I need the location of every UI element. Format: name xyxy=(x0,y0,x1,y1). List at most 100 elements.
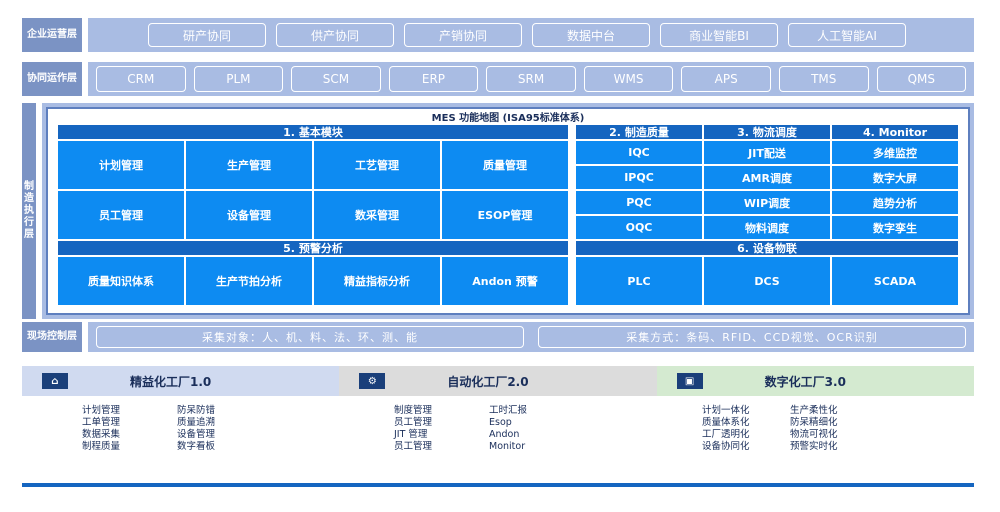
basic-modules: 计划管理 生产管理 工艺管理 质量管理 员工管理 设备管理 数采管理 ESOP管… xyxy=(58,141,568,239)
collect-methods: 采集方式：条码、RFID、CCD视觉、OCR识别 xyxy=(538,326,966,348)
mes-lower-area: 质量知识体系 生产节拍分析 精益指标分析 Andon 预警 PLC DCS SC… xyxy=(58,257,958,305)
screen-icon: ▣ xyxy=(676,373,703,389)
quality-cell: IPQC xyxy=(576,166,702,189)
collab-layer-body: CRM PLM SCM ERP SRM WMS APS TMS QMS xyxy=(88,62,974,96)
quality-cell: PQC xyxy=(576,191,702,214)
collab-layer-label: 协同运作层 xyxy=(22,62,82,96)
enterprise-layer-label: 企业运营层 xyxy=(22,18,82,52)
feature-item: 防呆精细化 xyxy=(790,417,838,428)
monitor-cell: 多维监控 xyxy=(832,141,958,164)
field-layer: 现场控制层 采集对象：人、机、料、法、环、测、能 采集方式：条码、RFID、CC… xyxy=(22,322,974,352)
iot-cell: PLC xyxy=(576,257,702,305)
logistics-cell: WIP调度 xyxy=(704,191,830,214)
feature-item: 数字看板 xyxy=(177,441,216,452)
feature-item: 制程质量 xyxy=(82,441,121,452)
feature-item: 数据采集 xyxy=(82,429,121,440)
feature-item: 设备协同化 xyxy=(702,441,750,452)
collect-objects: 采集对象：人、机、料、法、环、测、能 xyxy=(96,326,524,348)
feature-item: 物流可视化 xyxy=(790,429,838,440)
factory-stage-title: 数字化工厂3.0 xyxy=(764,374,846,389)
manufacturing-layer-body: MES 功能地图 (ISA95标准体系) 1. 基本模块 2. 制造质量 3. … xyxy=(42,103,974,319)
manufacturing-layer: 制造执行层 MES 功能地图 (ISA95标准体系) 1. 基本模块 2. 制造… xyxy=(22,103,974,319)
mes-grid: 1. 基本模块 2. 制造质量 3. 物流调度 4. Monitor xyxy=(58,125,958,139)
alert-cell: Andon 预警 xyxy=(442,257,568,305)
enterprise-layer: 企业运营层 研产协同 供产协同 产销协同 数据中台 商业智能BI 人工智能AI xyxy=(22,18,974,52)
feature-item: 质量追溯 xyxy=(177,417,216,428)
feature-list: 计划管理 工单管理 数据采集 制程质量 xyxy=(82,405,120,453)
feature-item: 工厂透明化 xyxy=(702,429,750,440)
robot-icon: ⚙ xyxy=(359,373,386,389)
logistics-cell: JIT配送 xyxy=(704,141,830,164)
alert-cell: 精益指标分析 xyxy=(314,257,440,305)
feature-item: 员工管理 xyxy=(394,417,433,428)
mes-map: MES 功能地图 (ISA95标准体系) 1. 基本模块 2. 制造质量 3. … xyxy=(46,107,970,315)
basic-module-cell: 计划管理 xyxy=(58,141,184,189)
enterprise-item: 商业智能BI xyxy=(660,23,778,47)
manufacturing-layer-label: 制造执行层 xyxy=(22,103,36,319)
quality-cell: OQC xyxy=(576,216,702,239)
monitor-cell: 数字孪生 xyxy=(832,216,958,239)
collab-item: ERP xyxy=(388,66,479,92)
feature-list: 计划一体化 质量体系化 工厂透明化 设备协同化 xyxy=(702,405,750,453)
collab-item: PLM xyxy=(193,66,284,92)
enterprise-layer-body: 研产协同 供产协同 产销协同 数据中台 商业智能BI 人工智能AI xyxy=(88,18,974,52)
feature-item: 计划一体化 xyxy=(702,405,750,416)
collab-item: TMS xyxy=(778,66,869,92)
logistics-cell: AMR调度 xyxy=(704,166,830,189)
collab-item: WMS xyxy=(583,66,674,92)
feature-item: 制度管理 xyxy=(394,405,433,416)
iot-cell: DCS xyxy=(704,257,830,305)
quality-cell: IQC xyxy=(576,141,702,164)
feature-item: 质量体系化 xyxy=(702,417,750,428)
section-logistics-header: 3. 物流调度 xyxy=(704,125,830,139)
alert-cell: 生产节拍分析 xyxy=(186,257,312,305)
feature-item: Andon xyxy=(489,429,520,440)
feature-item: Esop xyxy=(489,417,512,428)
factory-stage-1: ⌂ 精益化工厂1.0 xyxy=(22,366,340,396)
monitor-cell: 趋势分析 xyxy=(832,191,958,214)
collab-layer: 协同运作层 CRM PLM SCM ERP SRM WMS APS TMS QM… xyxy=(22,62,974,96)
feature-item: 员工管理 xyxy=(394,441,433,452)
feature-list: 工时汇报 Esop Andon Monitor xyxy=(489,405,527,453)
enterprise-item: 研产协同 xyxy=(148,23,266,47)
section-alert-header: 5. 预警分析 xyxy=(58,241,568,255)
mes-upper-area: 计划管理 生产管理 工艺管理 质量管理 员工管理 设备管理 数采管理 ESOP管… xyxy=(58,141,958,239)
feature-lists: 计划管理 工单管理 数据采集 制程质量 防呆防错 质量追溯 设备管理 数字看板 … xyxy=(22,405,974,465)
mes-lower-headers: 5. 预警分析 6. 设备物联 xyxy=(58,241,958,255)
basic-module-cell: 员工管理 xyxy=(58,191,184,239)
feature-item: JIT 管理 xyxy=(394,429,428,440)
collab-item: QMS xyxy=(876,66,967,92)
basic-module-cell: 设备管理 xyxy=(186,191,312,239)
feature-item: 工单管理 xyxy=(82,417,121,428)
mes-title: MES 功能地图 (ISA95标准体系) xyxy=(431,113,585,124)
feature-item: 工时汇报 xyxy=(489,405,528,416)
feature-item: 设备管理 xyxy=(177,429,216,440)
factory-icon: ⌂ xyxy=(42,373,68,389)
logistics-cell: 物料调度 xyxy=(704,216,830,239)
field-layer-body: 采集对象：人、机、料、法、环、测、能 采集方式：条码、RFID、CCD视觉、OC… xyxy=(88,322,974,352)
basic-module-cell: ESOP管理 xyxy=(442,191,568,239)
section-basic-header: 1. 基本模块 xyxy=(58,125,568,139)
section-iot-header: 6. 设备物联 xyxy=(576,241,958,255)
enterprise-item: 人工智能AI xyxy=(788,23,906,47)
basic-module-cell: 生产管理 xyxy=(186,141,312,189)
enterprise-item: 供产协同 xyxy=(276,23,394,47)
factory-stage-title: 自动化工厂2.0 xyxy=(447,374,529,389)
feature-item: 计划管理 xyxy=(82,405,121,416)
factory-stage-3: ▣ 数字化工厂3.0 xyxy=(656,366,974,396)
collab-item: APS xyxy=(681,66,771,92)
feature-item: 预警实时化 xyxy=(790,441,838,452)
basic-module-cell: 工艺管理 xyxy=(314,141,440,189)
collab-item: SRM xyxy=(486,66,576,92)
feature-item: 生产柔性化 xyxy=(790,405,838,416)
section-quality-header: 2. 制造质量 xyxy=(576,125,702,139)
bottom-divider xyxy=(22,483,974,487)
factory-stage-2: ⚙ 自动化工厂2.0 xyxy=(339,366,657,396)
feature-list: 生产柔性化 防呆精细化 物流可视化 预警实时化 xyxy=(790,405,838,453)
iot-modules: PLC DCS SCADA xyxy=(576,257,958,305)
feature-item: Monitor xyxy=(489,441,526,452)
right-modules: IQC IPQC PQC OQC JIT配送 AMR调度 WIP调度 物料调度 … xyxy=(576,141,958,239)
factory-stages: ⌂ 精益化工厂1.0 ⚙ 自动化工厂2.0 ▣ 数字化工厂3.0 xyxy=(22,366,974,396)
feature-list: 防呆防错 质量追溯 设备管理 数字看板 xyxy=(177,405,215,453)
factory-stage-title: 精益化工厂1.0 xyxy=(130,374,212,389)
